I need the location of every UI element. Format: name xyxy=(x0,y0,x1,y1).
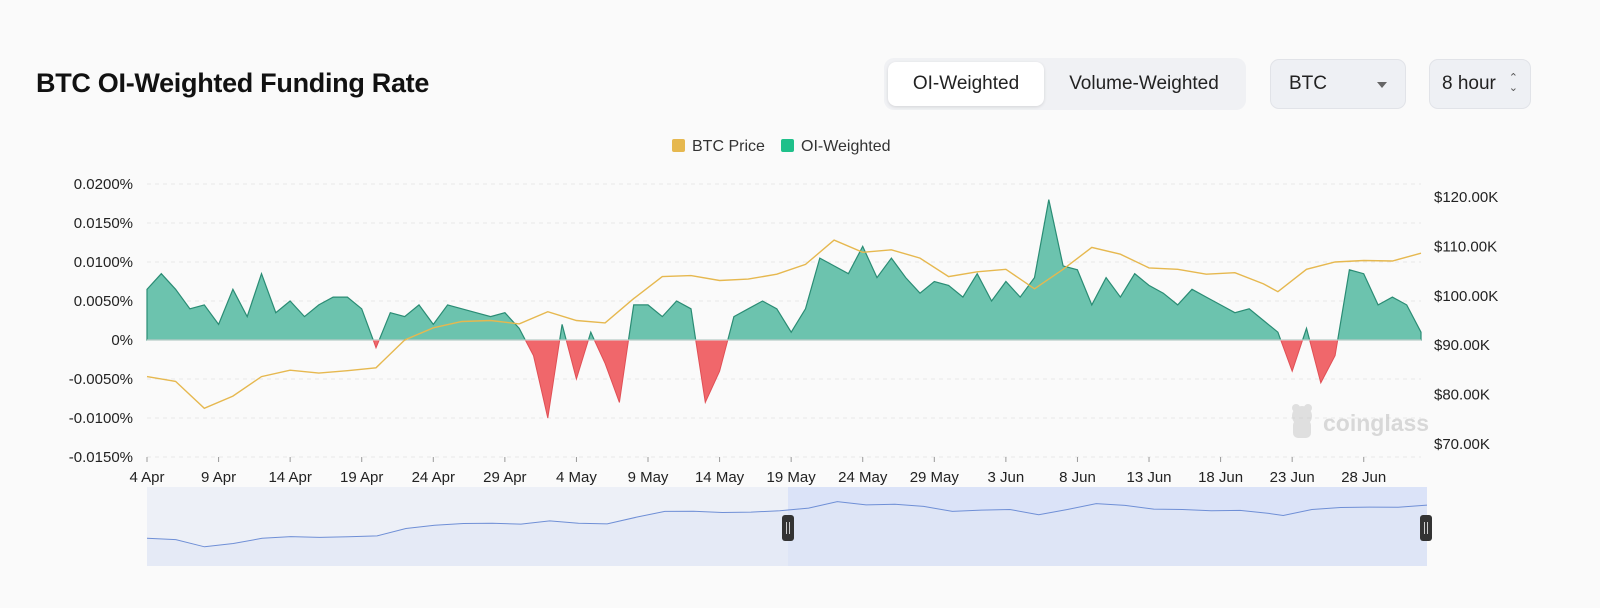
x-tick-label: 24 May xyxy=(838,469,888,486)
y-left-tick-label: -0.0100% xyxy=(69,410,133,427)
coinglass-watermark: coinglass xyxy=(1292,404,1429,438)
x-tick-label: 19 Apr xyxy=(340,469,383,486)
coinglass-logo-icon xyxy=(1292,404,1312,438)
x-tick-label: 4 May xyxy=(556,469,597,486)
x-tick-label: 18 Jun xyxy=(1198,469,1243,486)
range-navigator[interactable] xyxy=(146,487,1432,566)
series-oi-positive-area xyxy=(146,199,1422,341)
y-axis-left: 0.0200% 0.0150% 0.0100% 0.0050% 0% -0.0050% -0… xyxy=(69,176,133,466)
y-left-tick-label: 0.0150% xyxy=(74,215,133,232)
y-right-tick-label: $110.00K xyxy=(1434,238,1497,255)
x-tick-label: 9 Apr xyxy=(201,469,236,486)
x-tick-label: 23 Jun xyxy=(1270,469,1315,486)
legend-label-price[interactable]: BTC Price xyxy=(692,138,765,155)
legend-label-oi[interactable]: OI-Weighted xyxy=(801,138,891,155)
x-tick-label: 13 Jun xyxy=(1126,469,1171,486)
navigator-left-handle[interactable] xyxy=(782,515,794,541)
y-right-tick-label: $120.00K xyxy=(1434,189,1498,206)
plot-area xyxy=(146,199,1422,419)
y-right-tick-label: $90.00K xyxy=(1434,337,1490,354)
x-tick-label: 4 Apr xyxy=(129,469,164,486)
x-tick-label: 29 May xyxy=(910,469,960,486)
y-left-tick-label: 0.0100% xyxy=(74,254,133,271)
x-axis: 4 Apr 9 Apr 14 Apr 19 Apr 24 Apr 29 Apr 4 May 9… xyxy=(129,457,1386,486)
funding-rate-chart: BTC Price OI-Weighted 0.0200% 0.0150% 0.01… xyxy=(69,138,1498,566)
y-right-tick-label: $100.00K xyxy=(1434,288,1498,305)
x-tick-label: 29 Apr xyxy=(483,469,526,486)
y-left-tick-label: 0.0200% xyxy=(74,176,133,193)
x-tick-label: 14 Apr xyxy=(268,469,311,486)
x-tick-label: 3 Jun xyxy=(988,469,1025,486)
y-left-tick-label: 0% xyxy=(111,332,133,349)
watermark-text: coinglass xyxy=(1323,410,1429,436)
legend-swatch-price xyxy=(672,139,685,152)
x-tick-label: 19 May xyxy=(767,469,817,486)
x-tick-label: 24 Apr xyxy=(412,469,455,486)
y-left-tick-label: 0.0050% xyxy=(74,293,133,310)
x-tick-label: 14 May xyxy=(695,469,745,486)
y-left-tick-label: -0.0150% xyxy=(69,449,133,466)
chart-legend: BTC Price OI-Weighted xyxy=(672,138,891,155)
x-tick-label: 9 May xyxy=(628,469,669,486)
legend-swatch-oi xyxy=(781,139,794,152)
x-tick-label: 8 Jun xyxy=(1059,469,1096,486)
x-tick-label: 28 Jun xyxy=(1341,469,1386,486)
navigator-right-handle[interactable] xyxy=(1420,515,1432,541)
y-right-tick-label: $70.00K xyxy=(1434,436,1490,453)
y-right-tick-label: $80.00K xyxy=(1434,387,1490,404)
y-axis-right: $120.00K $110.00K $100.00K $90.00K $80.00K $7… xyxy=(1434,189,1498,453)
y-left-tick-label: -0.0050% xyxy=(69,371,133,388)
